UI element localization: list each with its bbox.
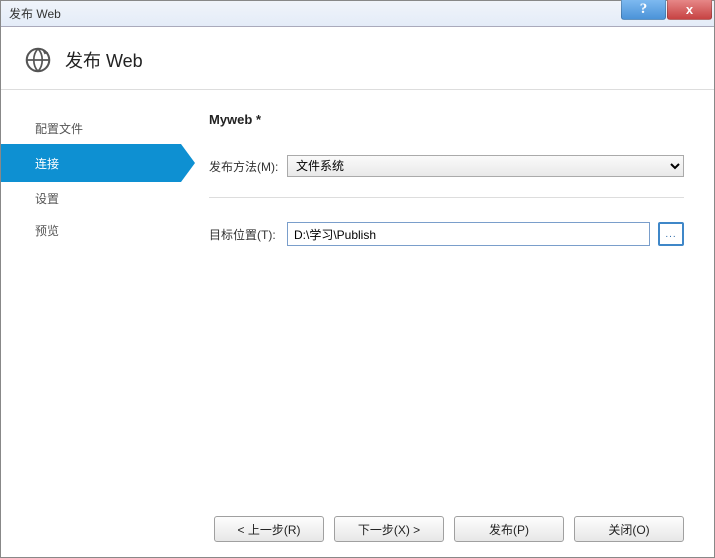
sidebar-item-preview[interactable]: 预览 <box>1 214 181 246</box>
header: 发布 Web <box>1 27 714 90</box>
publish-method-row: 发布方法(M): 文件系统 <box>209 155 684 177</box>
sidebar-item-profile[interactable]: 配置文件 <box>1 112 181 144</box>
profile-name: Myweb * <box>209 112 684 127</box>
help-button[interactable]: ? <box>621 0 666 20</box>
sidebar-item-label: 设置 <box>35 190 59 207</box>
content-panel: Myweb * 发布方法(M): 文件系统 目标位置(T): ... <box>181 90 714 500</box>
sidebar-item-connection[interactable]: 连接 <box>1 144 181 182</box>
close-button[interactable]: x <box>667 0 712 20</box>
header-title: 发布 Web <box>65 47 143 73</box>
sidebar-item-label: 预览 <box>35 222 59 239</box>
sidebar: 配置文件 连接 设置 预览 <box>1 90 181 500</box>
next-button[interactable]: 下一步(X) > <box>334 516 444 542</box>
sidebar-item-settings[interactable]: 设置 <box>1 182 181 214</box>
publish-method-label: 发布方法(M): <box>209 158 287 175</box>
divider <box>209 197 684 198</box>
window-buttons: ? x <box>620 1 714 26</box>
globe-icon <box>23 45 53 75</box>
publish-method-select[interactable]: 文件系统 <box>287 155 684 177</box>
target-location-input[interactable] <box>287 222 650 246</box>
prev-button[interactable]: < 上一步(R) <box>214 516 324 542</box>
target-location-row: 目标位置(T): ... <box>209 222 684 246</box>
close-dialog-button[interactable]: 关闭(O) <box>574 516 684 542</box>
target-location-label: 目标位置(T): <box>209 226 287 243</box>
sidebar-item-label: 连接 <box>35 155 59 172</box>
titlebar: 发布 Web ? x <box>1 1 714 27</box>
browse-button[interactable]: ... <box>658 222 684 246</box>
dialog-body: 配置文件 连接 设置 预览 Myweb * 发布方法(M): 文件系统 目标位置… <box>1 90 714 500</box>
footer: < 上一步(R) 下一步(X) > 发布(P) 关闭(O) <box>1 501 714 557</box>
publish-button[interactable]: 发布(P) <box>454 516 564 542</box>
sidebar-item-label: 配置文件 <box>35 120 83 137</box>
window-title: 发布 Web <box>9 5 61 22</box>
